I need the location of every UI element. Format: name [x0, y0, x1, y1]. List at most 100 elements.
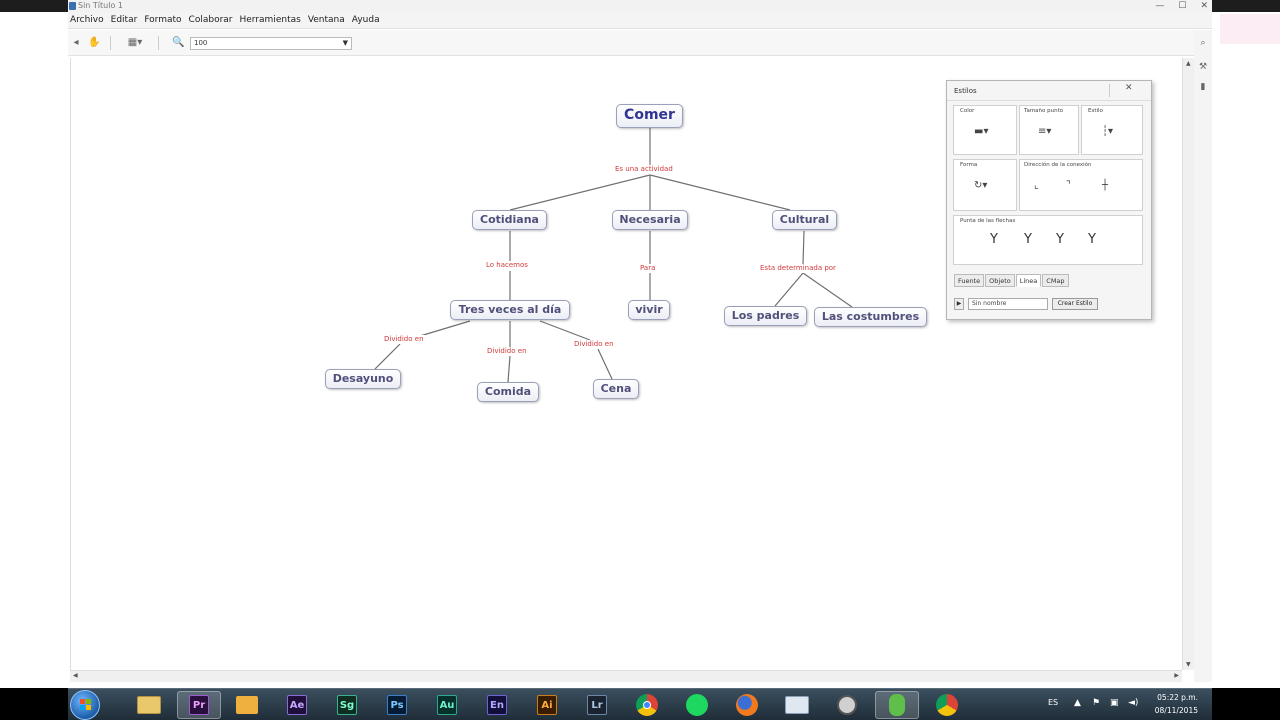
shape-icon[interactable]: ↻▾: [974, 180, 987, 191]
direction-group: Dirección de la conexión ⌞ ⌝ ┼: [1019, 159, 1143, 211]
screen-border-bottom-left: [0, 688, 68, 720]
tool-icon: [837, 695, 857, 715]
connector-line: [597, 348, 613, 380]
link-label[interactable]: Dividido en: [573, 340, 615, 349]
link-label[interactable]: Dividido en: [383, 335, 425, 344]
arrowhead-icon[interactable]: Y: [1024, 232, 1032, 247]
styles-panel: Estilos ✕ Color ▬▾ Tamaño punto ≡▾ Estil…: [946, 80, 1152, 320]
taskbar-photoshop[interactable]: Ps: [375, 691, 419, 719]
taskbar-audition[interactable]: Au: [425, 691, 469, 719]
styles-tabs: Fuente Objeto Línea CMap: [954, 274, 1070, 288]
taskbar-tool[interactable]: [825, 691, 869, 719]
concept-vivir[interactable]: vivir: [628, 300, 670, 320]
premiere-icon: Pr: [189, 695, 209, 715]
link-label[interactable]: Para: [639, 264, 657, 273]
concept-los-padres[interactable]: Los padres: [724, 306, 807, 326]
cmaptools-icon: [889, 694, 905, 716]
direction-right-icon[interactable]: ⌝: [1066, 180, 1071, 191]
tab-fuente[interactable]: Fuente: [954, 274, 985, 287]
concept-comer[interactable]: Comer: [616, 104, 683, 128]
volume-icon[interactable]: ◄): [1128, 698, 1138, 708]
connector-line: [539, 320, 591, 341]
taskbar-spotify[interactable]: [675, 691, 719, 719]
connector-line: [509, 174, 651, 211]
concept-cultural[interactable]: Cultural: [772, 210, 837, 230]
concept-necesaria[interactable]: Necesaria: [612, 210, 688, 230]
color-group: Color ▬▾: [953, 105, 1017, 155]
screen: Sin Título 1 — ☐ ✕ Archivo Editar Format…: [0, 0, 1280, 720]
tab-objeto[interactable]: Objeto: [985, 274, 1015, 287]
connector-line: [507, 355, 511, 383]
shape-group: Forma ↻▾: [953, 159, 1017, 211]
taskbar-chrome-2[interactable]: [925, 691, 969, 719]
clock-date[interactable]: 08/11/2015: [1155, 706, 1198, 715]
style-name-field[interactable]: Sin nombre: [968, 298, 1048, 310]
taskbar-illustrator[interactable]: Ai: [525, 691, 569, 719]
styles-panel-title: Estilos: [954, 87, 977, 95]
taskbar-chrome[interactable]: [625, 691, 669, 719]
shape-label: Forma: [960, 162, 978, 168]
audition-icon: Au: [437, 695, 457, 715]
arrowhead-icon[interactable]: Y: [990, 232, 998, 247]
window-icon: [785, 696, 809, 714]
color-picker-icon[interactable]: ▬▾: [974, 126, 988, 137]
photoshop-icon: Ps: [387, 695, 407, 715]
concept-comida[interactable]: Comida: [477, 382, 539, 402]
concept-desayuno[interactable]: Desayuno: [325, 369, 401, 389]
line-style-group: Estilo ┆▾: [1081, 105, 1143, 155]
tray-expand-icon[interactable]: ▲: [1074, 698, 1081, 708]
speedgrade-icon: Sg: [337, 695, 357, 715]
language-indicator[interactable]: ES: [1048, 698, 1058, 707]
concept-cotidiana[interactable]: Cotidiana: [472, 210, 547, 230]
taskbar-encore[interactable]: En: [475, 691, 519, 719]
play-icon[interactable]: ▶: [954, 298, 964, 310]
start-button[interactable]: [70, 690, 100, 720]
taskbar-aftereffects[interactable]: Ae: [275, 691, 319, 719]
direction-label: Dirección de la conexión: [1024, 162, 1092, 168]
illustrator-icon: Ai: [537, 695, 557, 715]
windows-logo-icon: [80, 699, 91, 710]
taskbar-premiere[interactable]: Pr: [177, 691, 221, 719]
styles-panel-header[interactable]: Estilos ✕: [947, 81, 1151, 101]
taskbar-speedgrade[interactable]: Sg: [325, 691, 369, 719]
taskbar-cmaptools[interactable]: [875, 691, 919, 719]
arrowhead-icon[interactable]: Y: [1056, 232, 1064, 247]
link-label[interactable]: Es una actividad: [614, 165, 674, 174]
connector-line: [649, 174, 791, 211]
system-tray: ES ▲ ⚑ ▣ ◄) 05:22 p.m. 08/11/2015: [1038, 689, 1212, 720]
direction-both-icon[interactable]: ┼: [1102, 180, 1108, 191]
taskbar-media[interactable]: [225, 691, 269, 719]
network-icon[interactable]: ▣: [1110, 698, 1119, 708]
link-label[interactable]: Lo hacemos: [485, 261, 529, 270]
chrome-icon: [936, 694, 958, 716]
arrowheads-group: Punta de las flechas Y Y Y Y: [953, 215, 1143, 265]
close-icon[interactable]: ✕: [1125, 83, 1133, 93]
taskbar-explorer[interactable]: [127, 691, 171, 719]
styles-footer: ▶ Sin nombre Crear Estilo: [954, 296, 1146, 312]
connector-line: [419, 320, 471, 337]
tab-linea[interactable]: Línea: [1015, 274, 1042, 287]
direction-down-icon[interactable]: ⌞: [1034, 180, 1039, 191]
clock-time[interactable]: 05:22 p.m.: [1157, 693, 1198, 702]
folder-icon: [137, 696, 161, 714]
thickness-icon[interactable]: ≡▾: [1038, 126, 1051, 137]
line-style-icon[interactable]: ┆▾: [1102, 126, 1113, 137]
aftereffects-icon: Ae: [287, 695, 307, 715]
screen-border-bottom-right: [1212, 688, 1280, 720]
firefox-icon: [736, 694, 758, 716]
concept-tres-veces[interactable]: Tres veces al día: [450, 300, 570, 320]
concept-las-costumbres[interactable]: Las costumbres: [814, 307, 927, 327]
create-style-button[interactable]: Crear Estilo: [1052, 298, 1098, 310]
arrowhead-icon[interactable]: Y: [1088, 232, 1096, 247]
arrowheads-label: Punta de las flechas: [960, 218, 1016, 224]
tab-cmap[interactable]: CMap: [1042, 274, 1069, 287]
link-label[interactable]: Esta determinada por: [759, 264, 837, 273]
thickness-group: Tamaño punto ≡▾: [1019, 105, 1079, 155]
concept-cena[interactable]: Cena: [593, 379, 639, 399]
link-label[interactable]: Dividido en: [486, 347, 528, 356]
taskbar-window[interactable]: [775, 691, 819, 719]
taskbar-firefox[interactable]: [725, 691, 769, 719]
taskbar: Pr Ae Sg Ps Au En Ai Lr ES ▲ ⚑ ▣ ◄) 05:2…: [68, 688, 1212, 720]
taskbar-lightroom[interactable]: Lr: [575, 691, 619, 719]
flag-icon[interactable]: ⚑: [1092, 698, 1100, 708]
